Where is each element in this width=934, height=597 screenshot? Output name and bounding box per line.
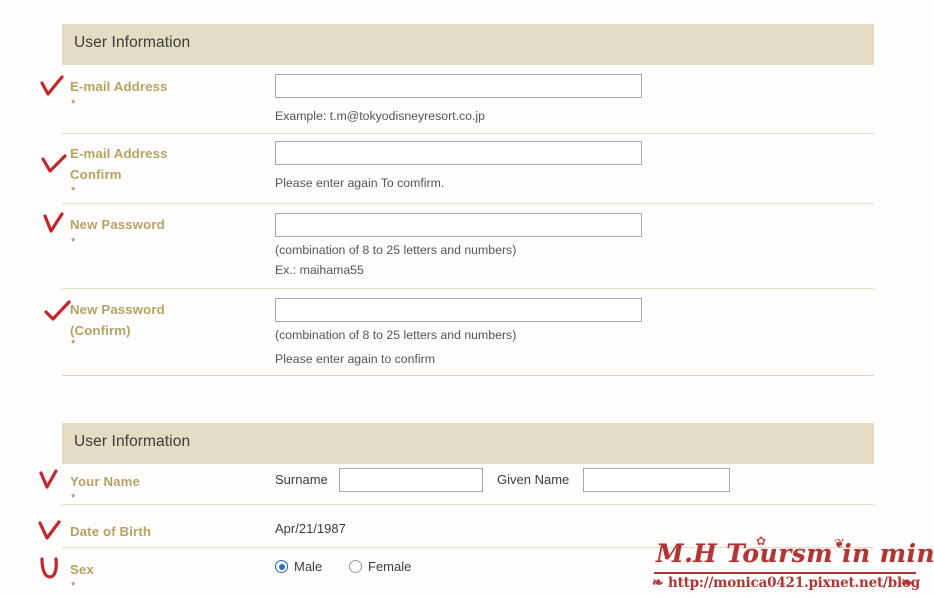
section-title-account: User Information: [74, 34, 191, 51]
watermark-title: M.H Toursm in mind: [656, 539, 934, 568]
registration-page: User Information E-mail Address * Exampl…: [0, 0, 934, 597]
annotation-check-your-name: [39, 469, 61, 490]
new-password-input[interactable]: [275, 213, 642, 237]
email-confirm-input[interactable]: [275, 141, 642, 165]
label-surname: Surname: [275, 472, 328, 487]
hint-email-example: Example: t.m@tokyodisneyresort.co.jp: [275, 109, 485, 123]
surname-input[interactable]: [339, 468, 483, 492]
watermark-ornament-left-icon: ❧: [652, 575, 664, 591]
new-password-confirm-input[interactable]: [275, 298, 642, 322]
watermark-bow-icon: ❦: [834, 536, 845, 551]
section-title-personal: User Information: [74, 433, 191, 450]
section-divider: [62, 375, 874, 376]
radio-female-label: Female: [368, 559, 412, 574]
annotation-check-email-confirm: [41, 154, 68, 175]
required-mark-email-confirm: *: [71, 185, 76, 197]
label-sex: Sex: [70, 562, 94, 577]
required-mark-sex: *: [71, 580, 76, 592]
row-divider-2: [62, 203, 874, 204]
section-header-account: User Information: [62, 24, 874, 65]
label-email-confirm: E-mail Address Confirm: [70, 146, 168, 182]
label-given-name: Given Name: [497, 472, 570, 487]
label-new-password-confirm: New Password (Confirm): [70, 302, 165, 338]
value-date-of-birth: Apr/21/1987: [275, 521, 346, 536]
email-input[interactable]: [275, 74, 642, 98]
row-divider-3: [62, 288, 874, 289]
hint-new-password-confirm-again: Please enter again to confirm: [275, 352, 435, 366]
hint-new-password-confirm-rule: (combination of 8 to 25 letters and numb…: [275, 328, 517, 342]
annotation-check-date-of-birth: [38, 520, 63, 542]
row-divider-5: [62, 547, 874, 548]
radio-female-icon[interactable]: [349, 560, 362, 573]
watermark-flower-icon: ✿: [756, 534, 767, 548]
row-divider-4: [62, 504, 874, 505]
required-mark-email: *: [71, 98, 76, 110]
required-mark-new-password: *: [71, 236, 76, 248]
annotation-check-new-password-confirm: [44, 300, 72, 322]
radio-male-icon[interactable]: [275, 560, 288, 573]
watermark-underline: [654, 572, 916, 574]
radio-option-male[interactable]: Male: [275, 559, 322, 574]
label-new-password: New Password: [70, 217, 165, 232]
required-mark-your-name: *: [71, 492, 76, 504]
label-your-name: Your Name: [70, 474, 140, 489]
given-name-input[interactable]: [583, 468, 730, 492]
section-header-personal: User Information: [62, 423, 874, 464]
radio-option-female[interactable]: Female: [349, 559, 411, 574]
label-date-of-birth: Date of Birth: [70, 524, 152, 539]
blog-watermark: ✿ ❦ M.H Toursm in mind ❧ http://monica04…: [648, 534, 934, 594]
label-email: E-mail Address: [70, 79, 168, 94]
row-divider-1: [62, 133, 874, 134]
hint-email-confirm: Please enter again To comfirm.: [275, 176, 445, 190]
radio-male-label: Male: [294, 559, 323, 574]
annotation-check-new-password: [43, 212, 67, 235]
watermark-url: http://monica0421.pixnet.net/blog: [668, 575, 920, 591]
watermark-ornament-right-icon: ❧: [901, 575, 913, 591]
annotation-check-sex: [39, 557, 62, 580]
hint-new-password-rule: (combination of 8 to 25 letters and numb…: [275, 243, 517, 257]
hint-new-password-example: Ex.: maihama55: [275, 263, 364, 277]
annotation-check-email: [40, 75, 66, 98]
required-mark-new-password-confirm: *: [71, 338, 76, 350]
